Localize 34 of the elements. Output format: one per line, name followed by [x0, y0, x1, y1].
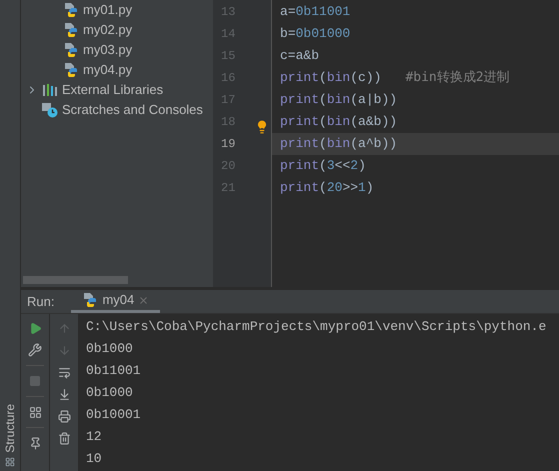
library-bars-icon — [42, 82, 58, 98]
python-file-icon — [63, 42, 79, 58]
pin-icon[interactable] — [28, 436, 42, 450]
wrench-icon[interactable] — [28, 343, 42, 357]
run-label: Run: — [26, 292, 56, 311]
output-line: 12 — [86, 428, 102, 446]
python-file-icon — [63, 22, 79, 38]
output-line: 10 — [86, 450, 102, 468]
python-file-icon — [63, 62, 79, 78]
structure-tab[interactable]: Structure — [1, 404, 19, 467]
tree-item[interactable]: Scratches and Consoles — [21, 100, 213, 120]
line-number: 19 — [221, 136, 236, 153]
structure-icon — [5, 457, 15, 467]
lightbulb-icon[interactable] — [255, 120, 269, 134]
run-icon[interactable] — [28, 322, 42, 334]
scroll-to-end-icon[interactable] — [58, 388, 70, 400]
soft-wrap-icon[interactable] — [58, 366, 70, 378]
output-line: 0b10001 — [86, 406, 141, 424]
output-line: 0b1000 — [86, 340, 133, 358]
trash-icon[interactable] — [58, 432, 70, 444]
scratch-clock-icon — [42, 102, 58, 118]
tree-item[interactable]: my03.py — [21, 40, 213, 60]
tree-item[interactable]: my04.py — [21, 60, 213, 80]
tree-item[interactable]: my01.py — [21, 0, 213, 20]
horizontal-scrollbar[interactable] — [23, 276, 128, 284]
tree-item[interactable]: External Libraries — [21, 80, 213, 100]
print-icon[interactable] — [58, 410, 70, 422]
output-line: 0b11001 — [86, 362, 141, 380]
output-line: C:\Users\Coba\PycharmProjects\mypro01\venv\Scripts\python.e — [86, 318, 546, 336]
output-line: 0b1000 — [86, 384, 133, 402]
layout-icon[interactable] — [28, 406, 42, 418]
python-file-icon — [63, 2, 79, 18]
tree-item[interactable]: my02.py — [21, 20, 213, 40]
python-file-icon — [82, 292, 98, 308]
